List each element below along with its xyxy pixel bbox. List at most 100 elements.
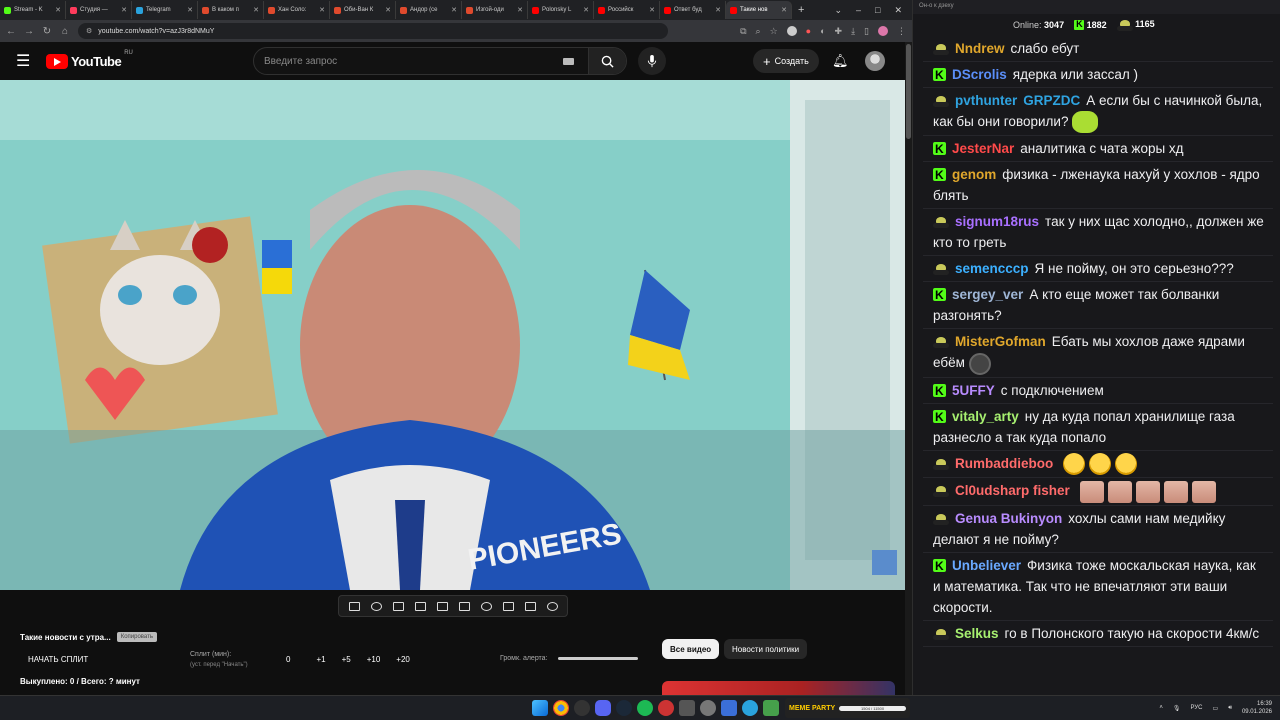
minimize-icon[interactable]: – <box>856 5 861 15</box>
step-button[interactable]: +5 <box>342 655 351 664</box>
related-video-thumbnail[interactable] <box>662 681 895 695</box>
copy-chip[interactable]: Копировать <box>116 632 158 642</box>
browser-tab[interactable]: Изгой-оди ✕ <box>462 1 528 19</box>
add-clip-icon[interactable] <box>502 601 514 611</box>
tab-close-icon[interactable]: ✕ <box>253 6 259 14</box>
app-icon[interactable] <box>658 700 674 716</box>
user-avatar[interactable] <box>865 51 885 71</box>
extension-icon[interactable]: ● <box>806 26 811 36</box>
search-input[interactable] <box>254 55 563 67</box>
chat-username[interactable]: Genua Bukinyon <box>955 511 1062 526</box>
tab-close-icon[interactable]: ✕ <box>715 6 721 14</box>
extension-icon[interactable]: ◐ <box>820 26 825 36</box>
youtube-logo[interactable]: YouTube RU <box>46 50 133 69</box>
chat-message-list[interactable]: Nndrew слабо ебутDScrolis ядерка или засса… <box>923 36 1273 647</box>
profile-avatar[interactable] <box>878 26 888 36</box>
step-button[interactable]: +10 <box>367 655 381 664</box>
clapper-icon[interactable] <box>414 601 426 611</box>
bookmark-star-icon[interactable]: ☆ <box>770 26 778 37</box>
steam-icon[interactable] <box>616 700 632 716</box>
maximize-icon[interactable]: □ <box>875 5 880 15</box>
chevron-down-icon[interactable]: ⌄ <box>834 5 842 16</box>
picture-in-picture-icon[interactable] <box>436 601 448 611</box>
tab-close-icon[interactable]: ✕ <box>319 6 325 14</box>
browser-tab[interactable]: Polonsky L ✕ <box>528 1 594 19</box>
zoom-icon[interactable]: ⌕ <box>756 26 761 37</box>
speed-icon[interactable] <box>480 601 492 611</box>
download-icon[interactable]: ⤓ <box>851 26 855 37</box>
tab-close-icon[interactable]: ✕ <box>583 6 589 14</box>
tab-close-icon[interactable]: ✕ <box>451 6 457 14</box>
chat-username[interactable]: Cl0udsharp fisher <box>955 483 1070 498</box>
tab-close-icon[interactable]: ✕ <box>121 6 127 14</box>
lang-indicator[interactable]: РУС <box>1191 705 1203 711</box>
camera-icon[interactable] <box>524 601 536 611</box>
chip-all-videos[interactable]: Все видео <box>662 639 720 659</box>
back-icon[interactable]: ← <box>6 26 16 37</box>
browser-tab[interactable]: Stream - K ✕ <box>0 1 66 19</box>
chat-username[interactable]: JesterNar <box>952 141 1014 156</box>
scrollbar-thumb[interactable] <box>906 44 911 139</box>
app-icon[interactable] <box>763 700 779 716</box>
site-info-icon[interactable]: ⚙ <box>86 27 92 35</box>
chat-username[interactable]: Rumbaddieboo <box>955 456 1053 471</box>
puzzle-icon[interactable]: ✚ <box>835 26 843 37</box>
obs-icon[interactable] <box>574 700 590 716</box>
browser-tab[interactable]: Студия — ✕ <box>66 1 132 19</box>
network-icon[interactable]: ▭ <box>1213 705 1219 712</box>
app-icon[interactable] <box>721 700 737 716</box>
clock[interactable]: 16:39 09.01.2026 <box>1242 700 1272 716</box>
search-button[interactable] <box>588 48 626 74</box>
microphone-icon[interactable]: 🎙︎ <box>1173 705 1181 712</box>
settings-gear-icon[interactable] <box>546 601 558 611</box>
screen-icon[interactable] <box>392 601 404 611</box>
chat-username[interactable]: sergey_ver <box>952 287 1023 302</box>
captions-icon[interactable] <box>458 601 470 611</box>
tab-close-icon[interactable]: ✕ <box>187 6 193 14</box>
start-split-button[interactable]: НАЧАТЬ СПЛИТ <box>28 655 88 664</box>
chevron-up-icon[interactable]: ˄ <box>1159 705 1163 711</box>
broadcast-icon[interactable] <box>370 601 382 611</box>
browser-tab[interactable]: Хан Соло: ✕ <box>264 1 330 19</box>
browser-tab[interactable]: В каком п ✕ <box>198 1 264 19</box>
page-scrollbar[interactable] <box>905 42 912 695</box>
tab-close-icon[interactable]: ✕ <box>781 6 787 14</box>
extension-icon[interactable] <box>786 26 797 36</box>
keyboard-icon[interactable] <box>563 57 574 65</box>
voice-search-button[interactable] <box>638 47 666 75</box>
chat-username[interactable]: genom <box>952 167 996 182</box>
install-icon[interactable]: ⧉ <box>740 26 746 37</box>
app-icon[interactable] <box>679 700 695 716</box>
create-button[interactable]: + Создать <box>753 49 819 73</box>
chat-username[interactable]: Selkus <box>955 626 999 641</box>
tab-close-icon[interactable]: ✕ <box>649 6 655 14</box>
chat-username[interactable]: MisterGofman <box>955 334 1046 349</box>
browser-tab[interactable]: Оби-Ван К ✕ <box>330 1 396 19</box>
telegram-icon[interactable] <box>742 700 758 716</box>
chrome-icon[interactable] <box>553 700 569 716</box>
chat-username[interactable]: Unbeliever <box>952 558 1021 573</box>
loop-icon[interactable] <box>348 601 360 611</box>
chat-username-secondary[interactable]: GRPZDC <box>1023 93 1080 108</box>
browser-tab[interactable]: Telegram ✕ <box>132 1 198 19</box>
app-icon[interactable] <box>700 700 716 716</box>
tab-close-icon[interactable]: ✕ <box>385 6 391 14</box>
home-icon[interactable]: ⌂ <box>60 26 70 37</box>
split-value[interactable]: 0 <box>286 655 290 664</box>
step-button[interactable]: +1 <box>316 655 325 664</box>
chat-username[interactable]: Nndrew <box>955 41 1005 56</box>
chat-username[interactable]: pvthunter <box>955 93 1017 108</box>
notifications-bell-icon[interactable]: 🔔︎ <box>832 53 849 69</box>
step-button[interactable]: +20 <box>396 655 410 664</box>
chip-politics-news[interactable]: Новости политики <box>724 639 808 659</box>
browser-tab[interactable]: Андор (се ✕ <box>396 1 462 19</box>
reload-icon[interactable]: ↻ <box>42 26 52 37</box>
close-icon[interactable]: ✕ <box>894 5 902 16</box>
discord-icon[interactable] <box>595 700 611 716</box>
browser-tab[interactable]: Такие нов ✕ <box>726 1 792 19</box>
url-field[interactable]: ⚙ youtube.com/watch?v=azJ3r8dNMuY <box>78 23 668 39</box>
menu-icon[interactable]: ⋮ <box>897 26 906 37</box>
chat-username[interactable]: 5UFFY <box>952 383 995 398</box>
chat-username[interactable]: signum18rus <box>955 214 1039 229</box>
chat-username[interactable]: vitaly_arty <box>952 409 1019 424</box>
